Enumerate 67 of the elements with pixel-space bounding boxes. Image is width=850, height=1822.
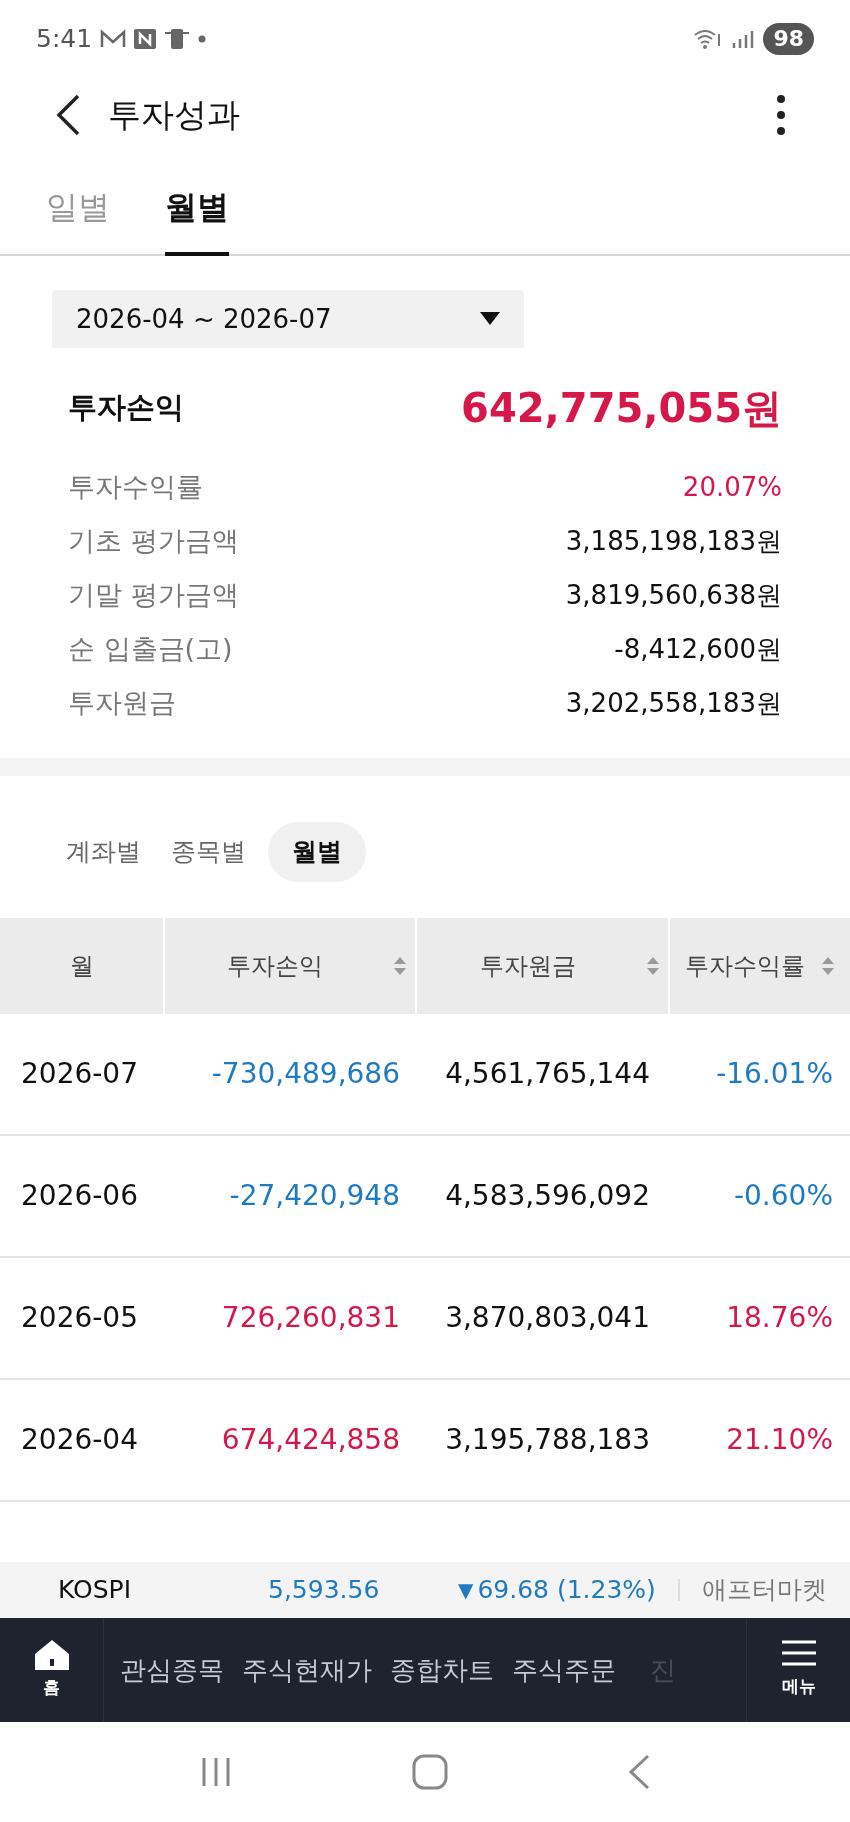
status-time: 5:41	[36, 23, 93, 56]
nav-item[interactable]: 주식주문	[512, 1650, 616, 1690]
change-arrow: ▼	[458, 1577, 474, 1604]
nav-item[interactable]: 관심종목	[120, 1650, 224, 1690]
view-tab[interactable]: 종목별	[159, 822, 258, 882]
column-header[interactable]: 투자수익률	[670, 918, 850, 1014]
mail-icon	[100, 29, 127, 49]
table-cell-text: 3,870,803,041	[444, 1300, 651, 1336]
sort-icon[interactable]	[821, 955, 835, 977]
period-dropdown[interactable]: 2026-04 ~ 2026-07	[52, 290, 524, 348]
detail-label: 투자수익률	[68, 469, 203, 504]
table-cell-text: 2026-04	[20, 1422, 139, 1458]
table-cell-text: 18.76%	[725, 1300, 834, 1336]
period-tab[interactable]: 월별	[165, 162, 229, 256]
detail-value: 3,819,560,638원	[565, 578, 782, 612]
detail-value: -8,412,600원	[614, 632, 782, 666]
view-tab[interactable]: 월별	[268, 822, 366, 882]
dot-icon	[198, 35, 207, 43]
recent-apps-icon[interactable]	[200, 1756, 232, 1788]
menu-button[interactable]: 메뉴	[746, 1618, 850, 1722]
home-button[interactable]: 홈	[0, 1618, 104, 1722]
session-label: 애프터마켓	[701, 1574, 827, 1607]
signal-icon	[731, 28, 756, 50]
detail-label: 순 입출금(고)	[68, 631, 233, 666]
home-nav-icon[interactable]	[412, 1754, 448, 1790]
app-icon	[134, 29, 157, 49]
nav-item[interactable]: 주식현재가	[242, 1650, 372, 1690]
menu-icon	[780, 1640, 817, 1667]
detail-label: 투자원금	[68, 685, 176, 720]
index-price: 5,593.56	[268, 1574, 381, 1607]
table-cell-text: 4,583,596,092	[444, 1178, 651, 1214]
table-cell-text: 2026-06	[20, 1178, 139, 1214]
table-cell-text: 2026-07	[20, 1056, 139, 1092]
page-title: 투자성과	[108, 94, 240, 137]
phone-icon	[164, 27, 191, 51]
back-nav-icon[interactable]	[628, 1754, 650, 1790]
column-header: 월	[0, 918, 165, 1014]
table-cell-text: 2026-05	[20, 1300, 139, 1336]
table-cell-text: 4,561,765,144	[444, 1056, 651, 1092]
table-cell-text: 21.10%	[725, 1422, 834, 1458]
index-name: KOSPI	[58, 1574, 133, 1607]
detail-value: 20.07%	[682, 470, 782, 504]
index-change: 69.68 (1.23%)	[477, 1574, 656, 1607]
battery-badge: 98	[763, 23, 814, 55]
more-icon	[776, 94, 786, 136]
table-cell-text: 726,260,831	[220, 1300, 401, 1336]
sort-icon[interactable]	[646, 955, 660, 977]
table-cell-text: -0.60%	[732, 1178, 834, 1214]
table-cell-text: -27,420,948	[228, 1178, 401, 1214]
table-cell-text: -730,489,686	[210, 1056, 401, 1092]
view-tab[interactable]: 계좌별	[54, 822, 153, 882]
table-cell-text: 3,195,788,183	[444, 1422, 651, 1458]
detail-value: 3,185,198,183원	[565, 524, 782, 558]
column-header[interactable]: 투자손익	[165, 918, 417, 1014]
profit-value: 642,775,055원	[461, 384, 782, 433]
detail-label: 기초 평가금액	[68, 523, 239, 558]
column-header[interactable]: 투자원금	[417, 918, 670, 1014]
home-icon	[33, 1639, 70, 1672]
profit-label: 투자손익	[68, 389, 184, 427]
table-cell-text: 674,424,858	[220, 1422, 401, 1458]
table-cell-text: -16.01%	[715, 1056, 834, 1092]
caret-icon	[480, 312, 500, 326]
sort-icon[interactable]	[393, 955, 407, 977]
detail-value: 3,202,558,183원	[565, 686, 782, 720]
back-icon	[56, 94, 80, 136]
nav-item[interactable]: 종합차트	[390, 1650, 494, 1690]
detail-label: 기말 평가금액	[68, 577, 239, 612]
